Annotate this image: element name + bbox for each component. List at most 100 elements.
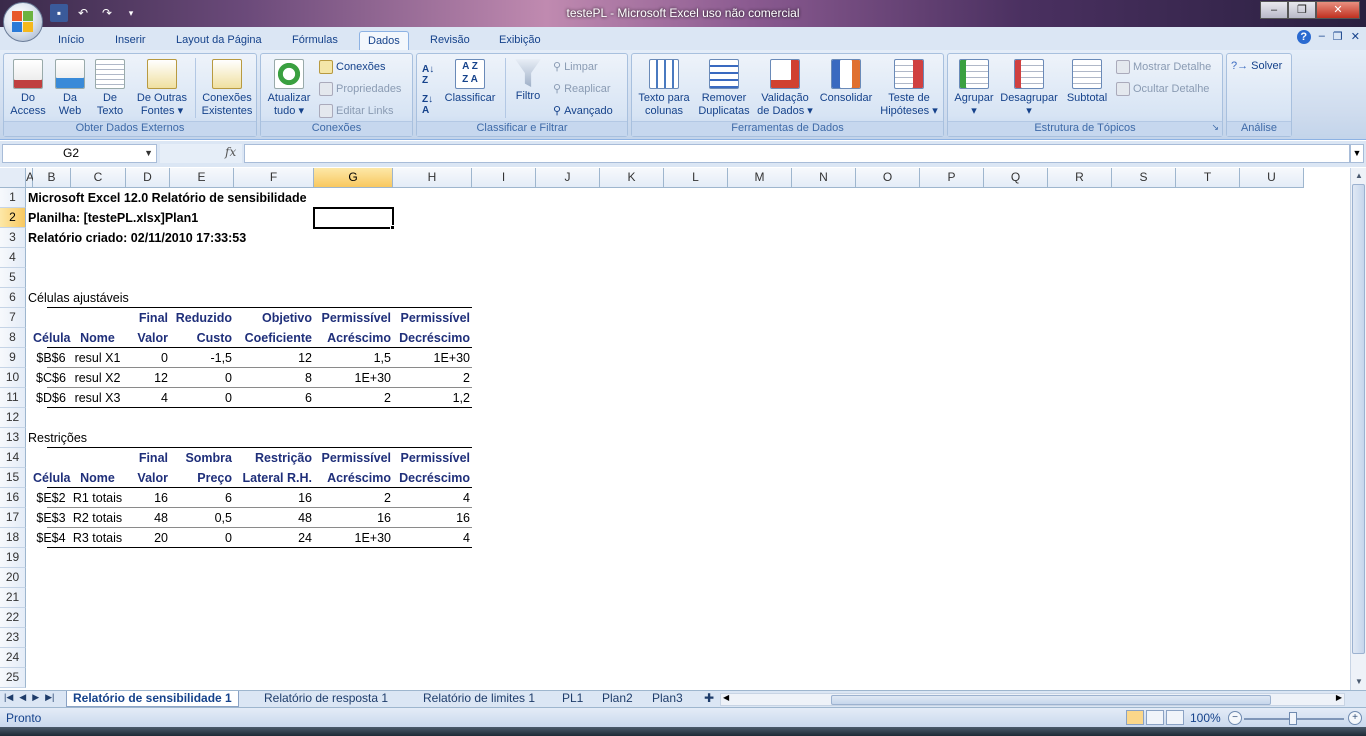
horizontal-scrollbar[interactable]: ◀ ▶ [720, 693, 1345, 706]
tab-inicio[interactable]: Início [50, 31, 92, 51]
clear-filter-button[interactable]: ⚲ Limpar [553, 60, 598, 74]
first-sheet-icon[interactable]: |◀ [4, 692, 13, 703]
connections-button[interactable]: Conexões [319, 60, 386, 74]
page-break-view-button[interactable] [1166, 710, 1184, 725]
row-header-22[interactable]: 22 [0, 608, 26, 628]
minimize-button[interactable]: ‒ [1260, 1, 1288, 19]
ungroup-button[interactable]: Desagrupar ▾ [998, 57, 1060, 118]
row-header-24[interactable]: 24 [0, 648, 26, 668]
from-web-button[interactable]: Da Web [50, 57, 90, 118]
existing-connections-button[interactable]: Conexões Existentes [197, 57, 257, 118]
column-header-g[interactable]: G [314, 168, 393, 188]
row-header-19[interactable]: 19 [0, 548, 26, 568]
prev-sheet-icon[interactable]: ◀ [19, 692, 26, 703]
properties-button[interactable]: Propriedades [319, 82, 401, 96]
row-header-6[interactable]: 6 [0, 288, 26, 308]
name-box[interactable]: G2 ▼ [2, 144, 157, 163]
group-button[interactable]: Agrupar ▾ [950, 57, 998, 118]
column-header-t[interactable]: T [1176, 168, 1240, 188]
name-box-dropdown-icon[interactable]: ▼ [144, 145, 153, 162]
column-header-c[interactable]: C [71, 168, 126, 188]
row-header-25[interactable]: 25 [0, 668, 26, 688]
row-header-17[interactable]: 17 [0, 508, 26, 528]
column-header-m[interactable]: M [728, 168, 792, 188]
column-header-r[interactable]: R [1048, 168, 1112, 188]
ribbon-minimize-icon[interactable]: ‒ [1319, 30, 1325, 44]
sheet-tab-pl1[interactable]: PL1 [556, 691, 589, 707]
page-layout-view-button[interactable] [1146, 710, 1164, 725]
sheet-tab-relatorio-resposta[interactable]: Relatório de resposta 1 [258, 691, 394, 707]
what-if-analysis-button[interactable]: Teste de Hipóteses ▾ [876, 57, 942, 118]
worksheet-grid[interactable]: A B C D E F G H I J K L M N O P Q R S T U 1 2 3 4 5 6 7 8 9 10 11 12 13 14… [0, 168, 1350, 690]
fill-handle[interactable] [390, 225, 395, 230]
next-sheet-icon[interactable]: ▶ [32, 692, 39, 703]
help-icon[interactable]: ? [1296, 30, 1311, 44]
tab-revisao[interactable]: Revisão [422, 31, 478, 51]
row-header-12[interactable]: 12 [0, 408, 26, 428]
from-text-button[interactable]: De Texto [90, 57, 130, 118]
scroll-left-icon[interactable]: ◀ [723, 693, 729, 702]
column-header-n[interactable]: N [792, 168, 856, 188]
expand-formula-bar-icon[interactable]: ▼ [1350, 144, 1364, 163]
row-header-7[interactable]: 7 [0, 308, 26, 328]
subtotal-button[interactable]: Subtotal [1060, 57, 1114, 105]
consolidate-button[interactable]: Consolidar [815, 57, 877, 105]
column-header-l[interactable]: L [664, 168, 728, 188]
column-header-e[interactable]: E [170, 168, 234, 188]
row-header-13[interactable]: 13 [0, 428, 26, 448]
show-detail-button[interactable]: Mostrar Detalhe [1116, 60, 1211, 74]
insert-sheet-icon[interactable]: ✚ [698, 691, 720, 707]
sort-za-button[interactable]: Z↓ A [422, 94, 433, 116]
zoom-out-icon[interactable]: − [1228, 711, 1242, 725]
tab-layout[interactable]: Layout da Página [168, 31, 270, 51]
refresh-all-button[interactable]: Atualizar tudo ▾ [263, 57, 315, 118]
solver-button[interactable]: ?→ Solver [1231, 60, 1282, 72]
scroll-up-icon[interactable]: ▲ [1353, 170, 1365, 182]
tab-dados[interactable]: Dados [359, 31, 409, 51]
row-header-3[interactable]: 3 [0, 228, 26, 248]
column-header-b[interactable]: B [33, 168, 71, 188]
column-header-o[interactable]: O [856, 168, 920, 188]
filter-button[interactable]: Filtro [509, 57, 547, 103]
row-header-10[interactable]: 10 [0, 368, 26, 388]
column-header-k[interactable]: K [600, 168, 664, 188]
column-header-d[interactable]: D [126, 168, 170, 188]
column-header-a[interactable]: A [26, 168, 34, 188]
hide-detail-button[interactable]: Ocultar Detalhe [1116, 82, 1209, 96]
scroll-down-icon[interactable]: ▼ [1353, 676, 1365, 688]
sheet-tab-plan2[interactable]: Plan2 [596, 691, 639, 707]
sheet-tab-relatorio-sensibilidade[interactable]: Relatório de sensibilidade 1 [66, 691, 239, 707]
close-button[interactable]: ✕ [1316, 1, 1360, 19]
column-header-q[interactable]: Q [984, 168, 1048, 188]
data-validation-button[interactable]: Validação de Dados ▾ [754, 57, 816, 118]
column-header-h[interactable]: H [393, 168, 472, 188]
row-header-2[interactable]: 2 [0, 208, 26, 228]
scroll-right-icon[interactable]: ▶ [1336, 693, 1342, 702]
row-header-14[interactable]: 14 [0, 448, 26, 468]
row-header-16[interactable]: 16 [0, 488, 26, 508]
tab-exibicao[interactable]: Exibição [491, 31, 549, 51]
horizontal-scroll-thumb[interactable] [831, 695, 1271, 705]
office-button[interactable] [3, 2, 43, 42]
row-header-21[interactable]: 21 [0, 588, 26, 608]
column-header-i[interactable]: I [472, 168, 536, 188]
sheet-tab-plan3[interactable]: Plan3 [646, 691, 689, 707]
row-header-23[interactable]: 23 [0, 628, 26, 648]
zoom-slider-thumb[interactable] [1289, 712, 1297, 725]
sort-button[interactable]: A ZZ A Classificar [441, 57, 499, 105]
column-header-u[interactable]: U [1240, 168, 1304, 188]
insert-function-icon[interactable]: fx [225, 145, 236, 159]
zoom-level[interactable]: 100% [1190, 711, 1221, 725]
row-header-4[interactable]: 4 [0, 248, 26, 268]
column-header-p[interactable]: P [920, 168, 984, 188]
select-all-corner[interactable] [0, 168, 26, 188]
row-header-8[interactable]: 8 [0, 328, 26, 348]
zoom-in-icon[interactable]: + [1348, 711, 1362, 725]
sort-az-button[interactable]: A↓ Z [422, 64, 434, 86]
reapply-button[interactable]: ⚲ Reaplicar [553, 82, 611, 96]
row-header-5[interactable]: 5 [0, 268, 26, 288]
column-header-j[interactable]: J [536, 168, 600, 188]
normal-view-button[interactable] [1126, 710, 1144, 725]
advanced-filter-button[interactable]: ⚲ Avançado [553, 104, 613, 118]
from-other-sources-button[interactable]: De Outras Fontes ▾ [132, 57, 192, 118]
